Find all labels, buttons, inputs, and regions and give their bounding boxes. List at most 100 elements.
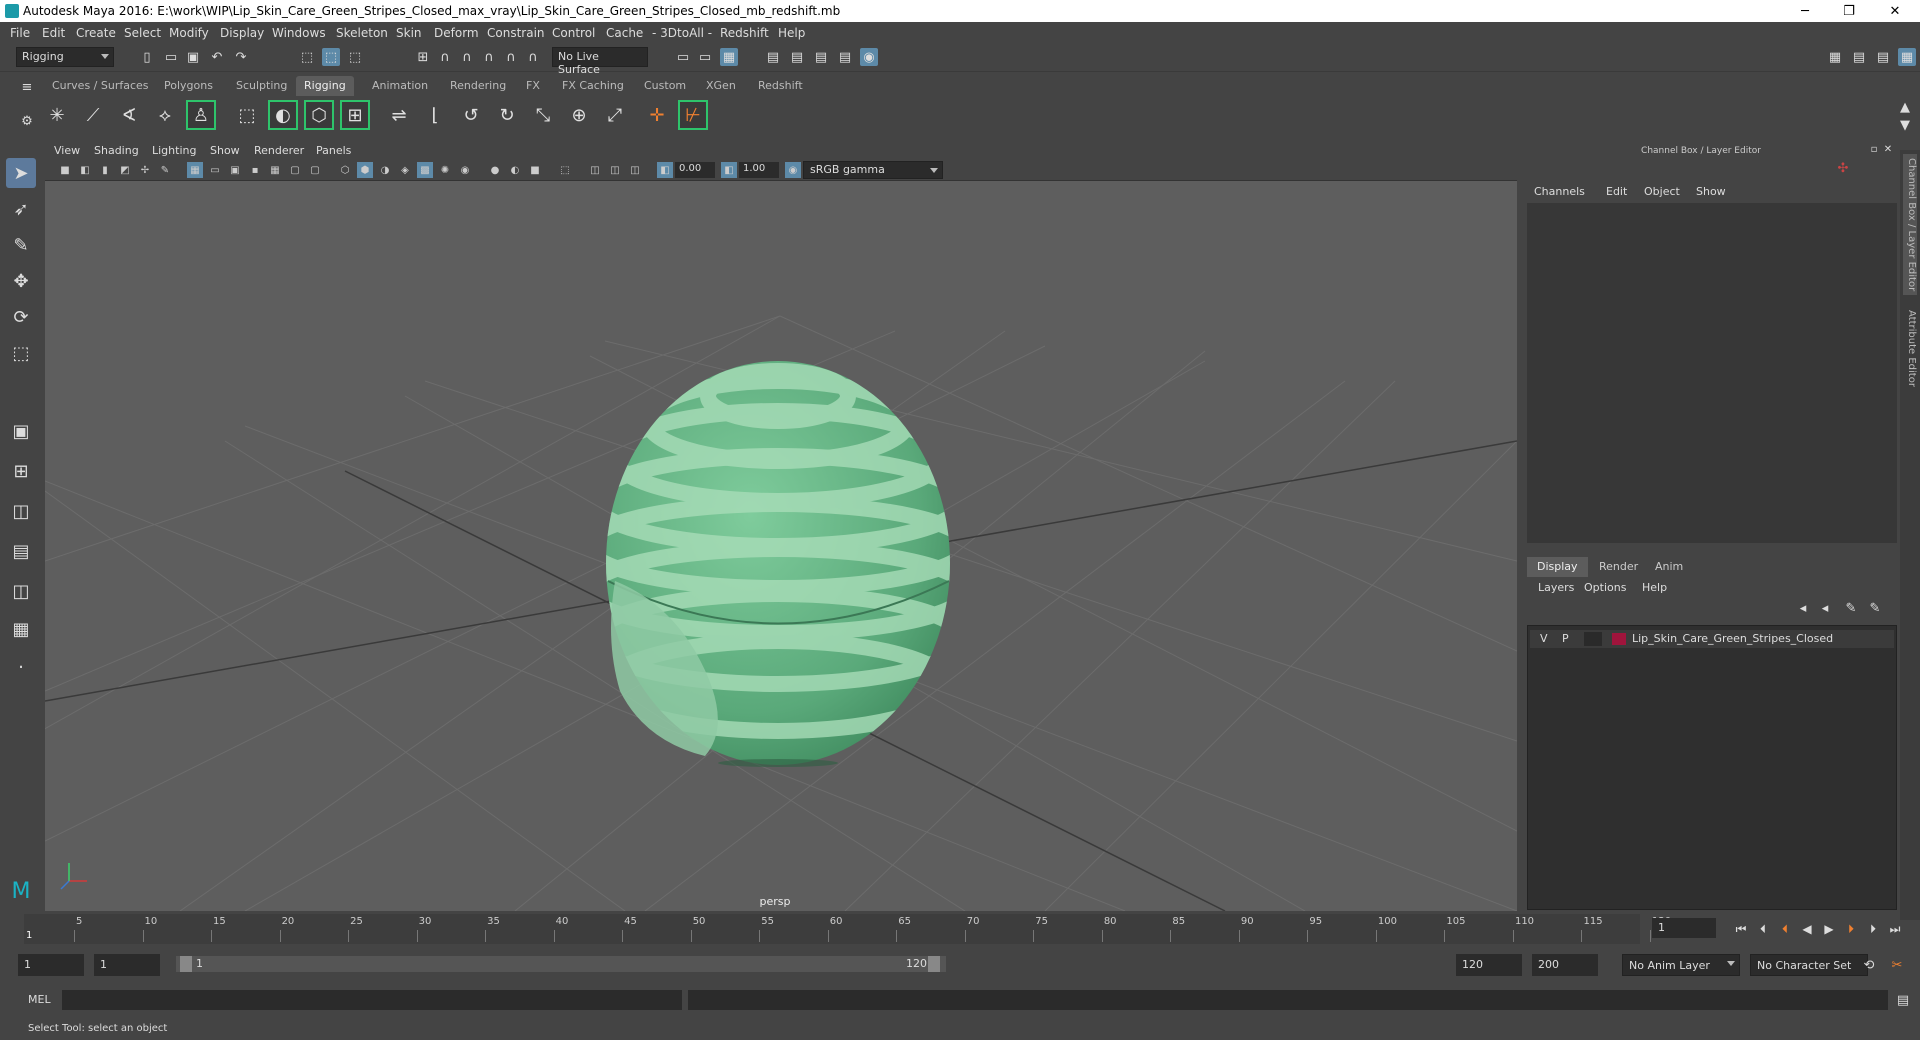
select-camera-icon[interactable]: ■	[57, 162, 73, 178]
render-current-frame-icon[interactable]: ▤	[764, 48, 782, 66]
save-scene-icon[interactable]: ▣	[184, 48, 202, 66]
motion-blur-icon[interactable]: ●	[487, 162, 503, 178]
select-object-icon[interactable]: ⬚	[322, 48, 340, 66]
image-plane-icon[interactable]: ◩	[117, 162, 133, 178]
tab-redshift[interactable]: Redshift	[750, 76, 811, 96]
output-ops-icon[interactable]: ▭	[696, 48, 714, 66]
auto-key-icon[interactable]: ⟲	[1860, 956, 1878, 974]
view-transform-dropdown[interactable]: sRGB gamma	[803, 161, 943, 179]
point-constraint-icon[interactable]: ⌊	[420, 100, 450, 130]
bookmark-icon[interactable]: ▮	[97, 162, 113, 178]
render-settings-icon[interactable]: ▤	[812, 48, 830, 66]
tab-fx[interactable]: FX	[518, 76, 548, 96]
script-language-toggle[interactable]: MEL	[28, 993, 51, 1006]
menu-modify[interactable]: Modify	[169, 26, 209, 40]
paint-weights-icon[interactable]: ⇌	[384, 100, 414, 130]
ik-handle-icon[interactable]: ∢	[114, 100, 144, 130]
camera-attributes-icon[interactable]: ◧	[77, 162, 93, 178]
go-to-start-icon[interactable]: ⏮	[1732, 920, 1750, 938]
render-view-icon[interactable]: ◉	[860, 48, 878, 66]
layer-visibility-toggle[interactable]: V	[1540, 632, 1548, 645]
range-end-handle[interactable]	[928, 956, 940, 972]
menu-create[interactable]: Create	[76, 26, 116, 40]
channel-box-toggle-icon[interactable]: ▦	[1898, 48, 1916, 66]
current-frame-field[interactable]: 1	[1652, 918, 1716, 938]
shadows-icon[interactable]: ✺	[437, 162, 453, 178]
minimize-button[interactable]: ─	[1782, 0, 1828, 22]
close-panel-icon[interactable]: ✕	[1882, 143, 1894, 155]
lattice-icon[interactable]: ⬡	[304, 100, 334, 130]
character-set-dropdown[interactable]: No Character Set	[1750, 954, 1868, 976]
insert-joint-icon[interactable]: ⟋	[78, 100, 108, 130]
live-surface-field[interactable]: No Live Surface	[552, 47, 648, 76]
animation-end-field[interactable]: 200	[1532, 954, 1598, 976]
viewport-menu-shading[interactable]: Shading	[94, 144, 139, 157]
cb-menu-show[interactable]: Show	[1696, 185, 1726, 198]
locator-icon[interactable]: ✛	[642, 100, 672, 130]
pole-vector-icon[interactable]: ⤢	[600, 100, 630, 130]
field-chart-icon[interactable]: ▦	[267, 162, 283, 178]
move-tool-icon[interactable]: ✥	[6, 266, 36, 296]
le-menu-layers[interactable]: Layers	[1538, 581, 1574, 594]
viewport-menu-lighting[interactable]: Lighting	[152, 144, 196, 157]
shelf-scroll-down-icon[interactable]: ▼	[1896, 116, 1914, 134]
smooth-shade-icon[interactable]: ⬢	[357, 162, 373, 178]
snap-surface-icon[interactable]: ∩	[502, 48, 520, 66]
le-menu-options[interactable]: Options	[1584, 581, 1626, 594]
ipr-render-icon[interactable]: ▤	[788, 48, 806, 66]
wireframe-on-shaded-icon[interactable]: ◑	[377, 162, 393, 178]
xray-icon[interactable]: ◫	[587, 162, 603, 178]
hypershade-icon[interactable]: ▤	[836, 48, 854, 66]
layer-playback-toggle[interactable]: P	[1562, 632, 1569, 645]
menu-control[interactable]: Control	[552, 26, 595, 40]
rotate-tool-icon[interactable]: ⟳	[6, 302, 36, 332]
tool-settings-toggle-icon[interactable]: ▤	[1874, 48, 1892, 66]
menu-skin[interactable]: Skin	[396, 26, 422, 40]
animation-start-field[interactable]: 1	[18, 954, 84, 976]
play-backwards-icon[interactable]: ◀	[1798, 920, 1816, 938]
persp-graph-layout-icon[interactable]: ◫	[6, 576, 36, 606]
humanik-icon[interactable]: ♙	[186, 100, 216, 130]
joint-tool-icon[interactable]: ✳	[42, 100, 72, 130]
cluster-icon[interactable]: ⊞	[340, 100, 370, 130]
layer-display-type[interactable]	[1584, 632, 1602, 646]
gate-mask-icon[interactable]: ▪	[247, 162, 263, 178]
tab-rigging[interactable]: Rigging	[296, 76, 354, 96]
single-perspective-layout-icon[interactable]: ▣	[6, 416, 36, 446]
modeling-toolkit-icon[interactable]: ▦	[1826, 48, 1844, 66]
le-menu-help[interactable]: Help	[1642, 581, 1667, 594]
use-all-lights-icon[interactable]: ▩	[417, 162, 433, 178]
attribute-editor-toggle-icon[interactable]: ▤	[1850, 48, 1868, 66]
film-gate-icon[interactable]: ▭	[207, 162, 223, 178]
layer-name[interactable]: Lip_Skin_Care_Green_Stripes_Closed	[1632, 632, 1833, 645]
input-ops-icon[interactable]: ▭	[674, 48, 692, 66]
viewport-scene[interactable]	[45, 181, 1517, 911]
play-forwards-icon[interactable]: ▶	[1820, 920, 1838, 938]
safe-action-icon[interactable]: ▢	[287, 162, 303, 178]
anim-layer-dropdown[interactable]: No Anim Layer	[1622, 954, 1740, 976]
screen-space-ao-icon[interactable]: ◉	[457, 162, 473, 178]
paint-select-tool-icon[interactable]: ✎	[6, 230, 36, 260]
make-live-icon[interactable]: ∩	[524, 48, 542, 66]
tab-polygons[interactable]: Polygons	[156, 76, 221, 96]
tab-curves-surfaces[interactable]: Curves / Surfaces	[44, 76, 157, 96]
undo-icon[interactable]: ↶	[208, 48, 226, 66]
step-forward-frame-icon[interactable]: ⏵	[1864, 920, 1882, 938]
move-layer-up-icon[interactable]: ◂	[1794, 599, 1812, 617]
bind-skin-icon[interactable]: ⬚	[232, 100, 262, 130]
parent-constraint-icon[interactable]: ⊕	[564, 100, 594, 130]
menu-display[interactable]: Display	[220, 26, 264, 40]
script-editor-icon[interactable]: ▤	[1894, 991, 1912, 1009]
textured-icon[interactable]: ◈	[397, 162, 413, 178]
snap-curve-icon[interactable]: ∩	[436, 48, 454, 66]
tab-xgen[interactable]: XGen	[698, 76, 744, 96]
four-view-layout-icon[interactable]: ⊞	[6, 456, 36, 486]
menu-edit[interactable]: Edit	[42, 26, 65, 40]
tab-render[interactable]: Render	[1589, 557, 1648, 577]
smooth-bind-icon[interactable]: ◐	[268, 100, 298, 130]
grid-icon[interactable]: ▦	[187, 162, 203, 178]
scale-constraint-icon[interactable]: ⤡	[528, 100, 558, 130]
menu-3dtoall[interactable]: - 3DtoAll -	[652, 26, 712, 40]
step-back-frame-icon[interactable]: ⏴	[1754, 920, 1772, 938]
xray-active-components-icon[interactable]: ◫	[607, 162, 623, 178]
